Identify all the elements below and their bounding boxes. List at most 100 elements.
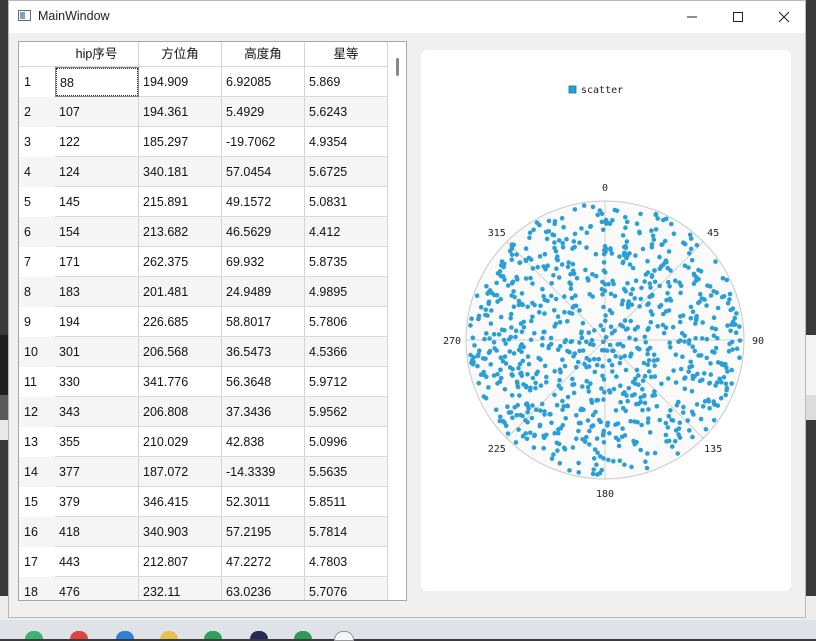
cell-hip[interactable]: 418 [55, 517, 139, 547]
table-row[interactable]: 18 476 232.11 63.0236 5.7076 [19, 577, 388, 600]
row-number[interactable]: 12 [19, 397, 55, 427]
cell-altitude[interactable]: 47.2272 [222, 547, 305, 577]
cell-hip[interactable]: 88 [55, 67, 139, 97]
cell-azimuth[interactable]: 210.029 [139, 427, 222, 457]
minimize-button[interactable] [669, 1, 715, 33]
table-row[interactable]: 12 343 206.808 37.3436 5.9562 [19, 397, 388, 427]
cell-magnitude[interactable]: 5.9562 [305, 397, 388, 427]
table-row[interactable]: 16 418 340.903 57.2195 5.7814 [19, 517, 388, 547]
cell-altitude[interactable]: -19.7062 [222, 127, 305, 157]
table-row[interactable]: 4 124 340.181 57.0454 5.6725 [19, 157, 388, 187]
taskbar-app-icon[interactable] [116, 631, 134, 639]
cell-magnitude[interactable]: 5.7814 [305, 517, 388, 547]
row-number[interactable]: 7 [19, 247, 55, 277]
taskbar-app-icon[interactable] [204, 631, 222, 639]
table-row[interactable]: 7 171 262.375 69.932 5.8735 [19, 247, 388, 277]
cell-magnitude[interactable]: 4.9895 [305, 277, 388, 307]
cell-azimuth[interactable]: 213.682 [139, 217, 222, 247]
cell-azimuth[interactable]: 226.685 [139, 307, 222, 337]
cell-azimuth[interactable]: 212.807 [139, 547, 222, 577]
scrollbar-thumb[interactable] [396, 58, 399, 76]
cell-hip[interactable]: 379 [55, 487, 139, 517]
cell-hip[interactable]: 154 [55, 217, 139, 247]
row-number[interactable]: 14 [19, 457, 55, 487]
cell-azimuth[interactable]: 185.297 [139, 127, 222, 157]
table-row[interactable]: 14 377 187.072 -14.3339 5.5635 [19, 457, 388, 487]
table-row[interactable]: 1 88 194.909 6.92085 5.869 [19, 67, 388, 97]
cell-azimuth[interactable]: 232.11 [139, 577, 222, 600]
cell-hip[interactable]: 330 [55, 367, 139, 397]
cell-altitude[interactable]: 57.2195 [222, 517, 305, 547]
cell-azimuth[interactable]: 206.808 [139, 397, 222, 427]
row-number[interactable]: 1 [19, 67, 55, 97]
table-row[interactable]: 11 330 341.776 56.3648 5.9712 [19, 367, 388, 397]
table-row[interactable]: 9 194 226.685 58.8017 5.7806 [19, 307, 388, 337]
table-scrollbar[interactable] [389, 42, 406, 600]
table-row[interactable]: 13 355 210.029 42.838 5.0996 [19, 427, 388, 457]
cell-altitude[interactable]: 37.3436 [222, 397, 305, 427]
taskbar-app-icon[interactable] [70, 631, 88, 639]
cell-magnitude[interactable]: 4.5366 [305, 337, 388, 367]
cell-altitude[interactable]: 56.3648 [222, 367, 305, 397]
cell-hip[interactable]: 476 [55, 577, 139, 600]
cell-azimuth[interactable]: 206.568 [139, 337, 222, 367]
cell-altitude[interactable]: 42.838 [222, 427, 305, 457]
title-bar[interactable]: MainWindow [9, 1, 805, 33]
taskbar-app-icon[interactable] [250, 631, 268, 639]
row-number[interactable]: 16 [19, 517, 55, 547]
row-number[interactable]: 17 [19, 547, 55, 577]
cell-hip[interactable]: 171 [55, 247, 139, 277]
cell-altitude[interactable]: 5.4929 [222, 97, 305, 127]
row-number[interactable]: 4 [19, 157, 55, 187]
cell-hip[interactable]: 355 [55, 427, 139, 457]
row-number[interactable]: 2 [19, 97, 55, 127]
row-number[interactable]: 5 [19, 187, 55, 217]
cell-azimuth[interactable]: 340.903 [139, 517, 222, 547]
table-row[interactable]: 17 443 212.807 47.2272 4.7803 [19, 547, 388, 577]
cell-magnitude[interactable]: 4.412 [305, 217, 388, 247]
row-number[interactable]: 9 [19, 307, 55, 337]
cell-magnitude[interactable]: 5.0996 [305, 427, 388, 457]
star-table[interactable]: hip序号 方位角 高度角 星等 1 88 194.909 6.92085 5.869 2… [18, 41, 407, 601]
cell-altitude[interactable]: 57.0454 [222, 157, 305, 187]
cell-magnitude[interactable]: 5.8735 [305, 247, 388, 277]
row-number[interactable]: 11 [19, 367, 55, 397]
column-header-hip[interactable]: hip序号 [55, 42, 139, 67]
row-number[interactable]: 18 [19, 577, 55, 600]
cell-magnitude[interactable]: 5.9712 [305, 367, 388, 397]
cell-hip[interactable]: 124 [55, 157, 139, 187]
taskbar-app-icon[interactable] [160, 631, 178, 639]
cell-hip[interactable]: 377 [55, 457, 139, 487]
cell-magnitude[interactable]: 4.9354 [305, 127, 388, 157]
taskbar-app-icon[interactable] [334, 631, 354, 641]
cell-magnitude[interactable]: 5.0831 [305, 187, 388, 217]
cell-altitude[interactable]: 24.9489 [222, 277, 305, 307]
close-button[interactable] [761, 1, 807, 33]
cell-hip[interactable]: 107 [55, 97, 139, 127]
cell-altitude[interactable]: 46.5629 [222, 217, 305, 247]
cell-magnitude[interactable]: 5.7076 [305, 577, 388, 600]
taskbar-app-icon[interactable] [294, 631, 312, 639]
cell-altitude[interactable]: 49.1572 [222, 187, 305, 217]
table-row[interactable]: 3 122 185.297 -19.7062 4.9354 [19, 127, 388, 157]
table-row[interactable]: 5 145 215.891 49.1572 5.0831 [19, 187, 388, 217]
row-number[interactable]: 15 [19, 487, 55, 517]
table-row[interactable]: 2 107 194.361 5.4929 5.6243 [19, 97, 388, 127]
cell-altitude[interactable]: 69.932 [222, 247, 305, 277]
column-header-magnitude[interactable]: 星等 [305, 42, 388, 67]
taskbar-app-icon[interactable] [25, 631, 43, 639]
table-row[interactable]: 15 379 346.415 52.3011 5.8511 [19, 487, 388, 517]
cell-hip[interactable]: 443 [55, 547, 139, 577]
cell-azimuth[interactable]: 262.375 [139, 247, 222, 277]
column-header-azimuth[interactable]: 方位角 [139, 42, 222, 67]
cell-altitude[interactable]: 6.92085 [222, 67, 305, 97]
cell-hip[interactable]: 122 [55, 127, 139, 157]
row-number[interactable]: 13 [19, 427, 55, 457]
cell-magnitude[interactable]: 4.7803 [305, 547, 388, 577]
cell-altitude[interactable]: 52.3011 [222, 487, 305, 517]
corner-header[interactable] [19, 42, 55, 67]
cell-magnitude[interactable]: 5.6243 [305, 97, 388, 127]
cell-magnitude[interactable]: 5.869 [305, 67, 388, 97]
cell-altitude[interactable]: 63.0236 [222, 577, 305, 600]
cell-azimuth[interactable]: 194.909 [139, 67, 222, 97]
